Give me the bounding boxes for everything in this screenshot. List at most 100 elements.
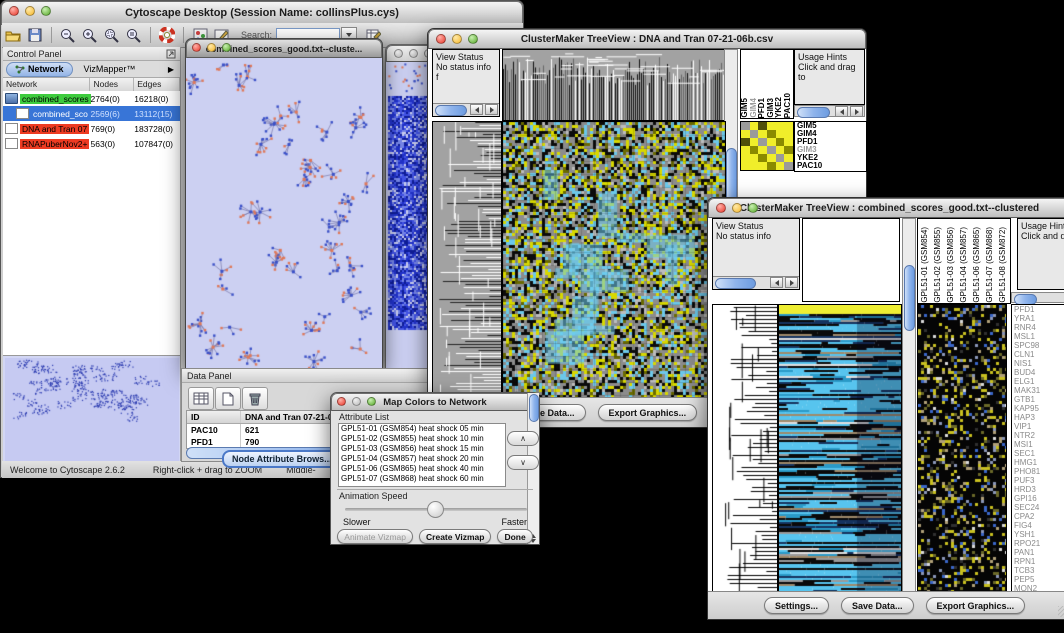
move-down-button[interactable]: ∨: [507, 455, 539, 470]
matrix-cell[interactable]: [767, 138, 776, 146]
zoom-out-icon[interactable]: [58, 26, 78, 44]
matrix-cell[interactable]: [750, 138, 759, 146]
minimize-icon[interactable]: [452, 34, 462, 44]
array-label[interactable]: GPL51-02 (GSM855): [931, 227, 944, 303]
matrix-cell[interactable]: [776, 154, 785, 162]
attribute-select-icon[interactable]: [188, 387, 214, 410]
close-icon[interactable]: [192, 43, 201, 52]
gene-label[interactable]: SPC98: [1012, 341, 1064, 350]
attribute-item[interactable]: GPL51-03 (GSM856) heat shock 15 min: [339, 444, 505, 454]
close-icon[interactable]: [716, 203, 726, 213]
gene-label[interactable]: SEC24: [1012, 503, 1064, 512]
column-edges[interactable]: Edges: [134, 78, 180, 91]
matrix-cell[interactable]: [741, 138, 750, 146]
treeview1-column-dendrogram[interactable]: [502, 49, 726, 121]
gene-label[interactable]: HAP3: [1012, 413, 1064, 422]
gene-label[interactable]: YRA1: [1012, 314, 1064, 323]
zoom-window-icon[interactable]: [222, 43, 231, 52]
birdseye-canvas[interactable]: [5, 358, 179, 461]
scroll-left-icon[interactable]: [770, 277, 783, 288]
attribute-item[interactable]: GPL51-07 (GSM868) heat shock 60 min: [339, 474, 505, 484]
gene-label[interactable]: ELG1: [1012, 377, 1064, 386]
zoom-window-icon[interactable]: [367, 397, 376, 406]
treeview-footer-button[interactable]: Save Data...: [841, 597, 914, 614]
matrix-cell[interactable]: [767, 122, 776, 130]
matrix-cell[interactable]: [741, 146, 750, 154]
network-view-titlebar[interactable]: combined_scores_good.txt--cluste...: [186, 39, 382, 58]
treeview2-gene-dendrogram[interactable]: [712, 304, 778, 594]
view-status-hscrollbar[interactable]: [713, 276, 799, 289]
attribute-list[interactable]: GPL51-01 (GSM854) heat shock 05 minGPL51…: [338, 423, 506, 487]
attribute-item[interactable]: GPL51-06 (GSM865) heat shock 40 min: [339, 464, 505, 474]
minimize-icon[interactable]: [207, 43, 216, 52]
gene-label[interactable]: PHO81: [1012, 467, 1064, 476]
matrix-cell[interactable]: [758, 138, 767, 146]
minimize-icon[interactable]: [352, 397, 361, 406]
gene-label[interactable]: TCB3: [1012, 566, 1064, 575]
treeview1-gene-dendrogram[interactable]: [432, 121, 502, 401]
node-attribute-browser-button[interactable]: Node Attribute Brows...: [222, 450, 342, 468]
array-label[interactable]: GPL51-04 (GSM857): [957, 227, 970, 303]
matrix-cell[interactable]: [784, 154, 793, 162]
matrix-cell[interactable]: [758, 146, 767, 154]
array-label[interactable]: GPL51-01 (GSM854): [918, 227, 931, 303]
scroll-right-icon[interactable]: [850, 106, 863, 117]
treeview-footer-button[interactable]: Settings...: [764, 597, 829, 614]
close-icon[interactable]: [436, 34, 446, 44]
network-tree-row[interactable]: DNA and Tran 07 769(0) 183728(0): [3, 121, 180, 136]
zoom-window-icon[interactable]: [748, 203, 758, 213]
matrix-cell[interactable]: [758, 130, 767, 138]
attribute-item[interactable]: GPL51-02 (GSM855) heat shock 10 min: [339, 434, 505, 444]
gene-label[interactable]: NIS1: [1012, 359, 1064, 368]
matrix-cell[interactable]: [741, 130, 750, 138]
matrix-cell[interactable]: [776, 138, 785, 146]
matrix-cell[interactable]: [750, 154, 759, 162]
new-attribute-icon[interactable]: [215, 387, 241, 410]
minimize-icon[interactable]: [409, 49, 418, 58]
array-label[interactable]: GPL51-08 (GSM872): [996, 227, 1009, 303]
close-icon[interactable]: [337, 397, 346, 406]
gene-label[interactable]: CPA2: [1012, 512, 1064, 521]
gene-label[interactable]: NTR2: [1012, 431, 1064, 440]
matrix-cell[interactable]: [784, 162, 793, 170]
tab-network[interactable]: Network: [6, 62, 73, 77]
treeview-footer-button[interactable]: Export Graphics...: [926, 597, 1026, 614]
usage-hints-hscrollbar[interactable]: [794, 105, 865, 117]
column-id[interactable]: ID: [187, 411, 241, 423]
gene-label[interactable]: KAP95: [1012, 404, 1064, 413]
array-label[interactable]: GPL51-06 (GSM865): [970, 227, 983, 303]
scroll-right-icon[interactable]: [785, 277, 798, 288]
scroll-right-icon[interactable]: [485, 104, 498, 115]
gene-label[interactable]: FIG4: [1012, 521, 1064, 530]
gene-label[interactable]: SEC1: [1012, 449, 1064, 458]
gene-label[interactable]: PEP5: [1012, 575, 1064, 584]
animate-vizmap-button[interactable]: Animate Vizmap: [337, 529, 413, 544]
treeview1-heatmap[interactable]: [502, 121, 726, 401]
matrix-cell[interactable]: [776, 146, 785, 154]
gene-label[interactable]: PFD1: [1012, 305, 1064, 314]
treeview1-titlebar[interactable]: ClusterMaker TreeView : DNA and Tran 07-…: [428, 29, 866, 49]
main-window-titlebar[interactable]: Cytoscape Desktop (Session Name: collins…: [1, 1, 523, 25]
move-up-button[interactable]: ∧: [507, 431, 539, 446]
zoom-fit-icon[interactable]: [124, 26, 144, 44]
gene-label[interactable]: MSI1: [1012, 440, 1064, 449]
minimize-icon[interactable]: [732, 203, 742, 213]
matrix-cell[interactable]: [784, 146, 793, 154]
gene-label[interactable]: PAN1: [1012, 548, 1064, 557]
close-icon[interactable]: [9, 6, 19, 16]
minimize-icon[interactable]: [25, 6, 35, 16]
zoom-in-icon[interactable]: [80, 26, 100, 44]
gene-label[interactable]: YSH1: [1012, 530, 1064, 539]
matrix-cell[interactable]: [776, 122, 785, 130]
treeview-footer-button[interactable]: Export Graphics...: [598, 404, 698, 421]
save-icon[interactable]: [25, 26, 45, 44]
matrix-cell[interactable]: [767, 146, 776, 154]
treeview2-titlebar[interactable]: ClusterMaker TreeView : combined_scores_…: [708, 198, 1064, 218]
matrix-cell[interactable]: [741, 162, 750, 170]
tab-vizmapper[interactable]: VizMapper™: [76, 63, 144, 76]
gene-label[interactable]: VIP1: [1012, 422, 1064, 431]
gene-label[interactable]: HMG1: [1012, 458, 1064, 467]
treeview1-zoom-heatmap[interactable]: [740, 121, 794, 171]
matrix-cell[interactable]: [750, 122, 759, 130]
matrix-cell[interactable]: [784, 130, 793, 138]
